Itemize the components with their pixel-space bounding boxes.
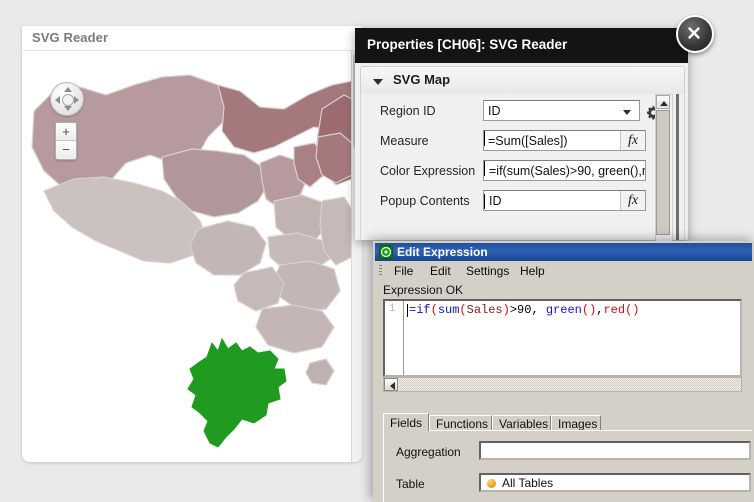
- region-id-dropdown[interactable]: ID: [483, 100, 640, 121]
- menubar-grip-icon[interactable]: [379, 265, 382, 276]
- code-token: (: [430, 303, 438, 317]
- aggregation-row: Aggregation: [384, 439, 752, 467]
- chevron-down-icon[interactable]: [623, 110, 631, 115]
- editor-gutter: 1: [385, 301, 404, 375]
- scroll-left-icon[interactable]: [384, 378, 398, 391]
- table-bullet-icon: [487, 479, 496, 488]
- color-expression-input[interactable]: =if(sum(Sales)>90, green(),red()),: [483, 160, 646, 181]
- pan-down-icon[interactable]: [64, 106, 72, 111]
- table-combobox[interactable]: All Tables: [479, 473, 751, 492]
- table-label: Table: [396, 477, 425, 491]
- prop-row-region-id: Region ID ID: [361, 98, 684, 128]
- text-caret: [484, 131, 485, 146]
- popup-contents-input[interactable]: ID fx: [483, 190, 646, 211]
- measure-label: Measure: [380, 134, 429, 148]
- properties-right-edge-shadow: [676, 94, 679, 240]
- code-token: ): [502, 303, 510, 317]
- svg-map-section-label: SVG Map: [393, 72, 451, 87]
- code-token: Sales: [466, 303, 503, 317]
- code-token: if: [416, 303, 431, 317]
- menu-help[interactable]: Help: [515, 263, 550, 279]
- code-token: sum: [437, 303, 460, 317]
- popup-contents-label: Popup Contents: [380, 194, 470, 208]
- text-caret: [407, 304, 408, 317]
- properties-dialog: Properties [CH06]: SVG Reader SVG Map Re…: [355, 15, 714, 242]
- properties-body: Region ID ID Measure =Sum([Sales]) fx Co…: [360, 94, 685, 240]
- aggregation-input[interactable]: [479, 441, 751, 460]
- tab-functions[interactable]: Functions: [429, 415, 492, 431]
- pan-up-icon[interactable]: [64, 87, 72, 92]
- expression-code[interactable]: =if(sum(Sales)>90, green(),red(): [409, 303, 640, 317]
- line-number: 1: [389, 303, 396, 315]
- fx-button[interactable]: fx: [620, 131, 645, 150]
- qlikview-app-icon: [379, 245, 393, 259]
- popup-contents-value: ID: [489, 194, 502, 208]
- aggregation-label: Aggregation: [396, 445, 461, 459]
- edit-expression-title: Edit Expression: [397, 245, 488, 259]
- scrollbar-track[interactable]: [399, 378, 741, 391]
- svg-reader-panel: SVG Reader + −: [22, 26, 362, 462]
- fields-tab-panel: Aggregation Table All Tables: [383, 430, 752, 502]
- measure-value: =Sum([Sales]): [488, 134, 568, 148]
- region-id-value: ID: [488, 104, 501, 118]
- edit-expression-titlebar[interactable]: Edit Expression: [375, 243, 752, 261]
- fx-button[interactable]: fx: [620, 191, 645, 210]
- code-token: >90,: [509, 303, 546, 317]
- edit-expression-dialog: Edit Expression File Edit Settings Help …: [373, 241, 754, 502]
- svg-map-section-header[interactable]: SVG Map: [360, 66, 685, 96]
- pan-center-icon[interactable]: [62, 94, 74, 106]
- zoom-out-button[interactable]: −: [56, 141, 76, 158]
- close-icon[interactable]: [676, 15, 714, 53]
- properties-title: Properties [CH06]: SVG Reader: [367, 37, 568, 52]
- region-id-label: Region ID: [380, 104, 436, 118]
- region-hainan[interactable]: [305, 358, 335, 386]
- color-expression-label: Color Expression: [380, 164, 476, 178]
- pan-right-icon[interactable]: [74, 96, 79, 104]
- tab-images[interactable]: Images: [551, 415, 601, 431]
- menu-settings[interactable]: Settings: [461, 263, 514, 279]
- table-row: Table All Tables: [384, 471, 752, 499]
- text-caret: [484, 194, 485, 209]
- edit-expression-tabstrip: Fields Functions Variables Images: [383, 413, 744, 431]
- scrollbar-thumb[interactable]: [656, 110, 670, 235]
- svg-reader-title: SVG Reader: [32, 30, 109, 45]
- code-token: (): [625, 303, 640, 317]
- color-expression-value: =if(sum(Sales)>90, green(),red()),: [489, 164, 646, 178]
- tab-fields[interactable]: Fields: [383, 413, 429, 431]
- code-token: red: [603, 303, 626, 317]
- close-x-glyph: [688, 27, 700, 39]
- measure-input[interactable]: =Sum([Sales]) fx: [483, 130, 646, 151]
- editor-horizontal-scrollbar[interactable]: [383, 377, 742, 392]
- region-yunnan-highlight[interactable]: [187, 337, 287, 448]
- code-token: (: [459, 303, 467, 317]
- prop-row-popup-contents: Popup Contents ID fx: [361, 188, 684, 218]
- prop-row-measure: Measure =Sum([Sales]) fx: [361, 128, 684, 158]
- code-token: green: [545, 303, 582, 317]
- properties-vertical-scrollbar[interactable]: [655, 94, 673, 242]
- menu-file[interactable]: File: [389, 263, 418, 279]
- region-hunan-jiangxi[interactable]: [273, 260, 341, 312]
- tab-variables[interactable]: Variables: [492, 415, 551, 431]
- scroll-up-icon[interactable]: [656, 95, 670, 109]
- prop-row-color-expression: Color Expression =if(sum(Sales)>90, gree…: [361, 158, 684, 188]
- map-zoom-control[interactable]: + −: [55, 122, 77, 160]
- code-token: (): [581, 303, 597, 317]
- table-value: All Tables: [502, 476, 554, 490]
- chevron-down-icon[interactable]: [373, 79, 383, 85]
- text-caret: [484, 161, 485, 176]
- zoom-in-button[interactable]: +: [56, 123, 76, 141]
- map-pan-control[interactable]: [50, 82, 84, 116]
- edit-expression-menubar: File Edit Settings Help: [375, 261, 752, 280]
- expression-status-text: Expression OK: [383, 283, 464, 297]
- properties-titlebar: Properties [CH06]: SVG Reader: [355, 28, 688, 63]
- menu-edit[interactable]: Edit: [425, 263, 456, 279]
- region-sichuan[interactable]: [189, 220, 267, 276]
- region-guangdong-guangxi[interactable]: [255, 304, 335, 354]
- expression-editor[interactable]: 1 =if(sum(Sales)>90, green(),red(): [383, 299, 742, 377]
- pan-left-icon[interactable]: [55, 96, 60, 104]
